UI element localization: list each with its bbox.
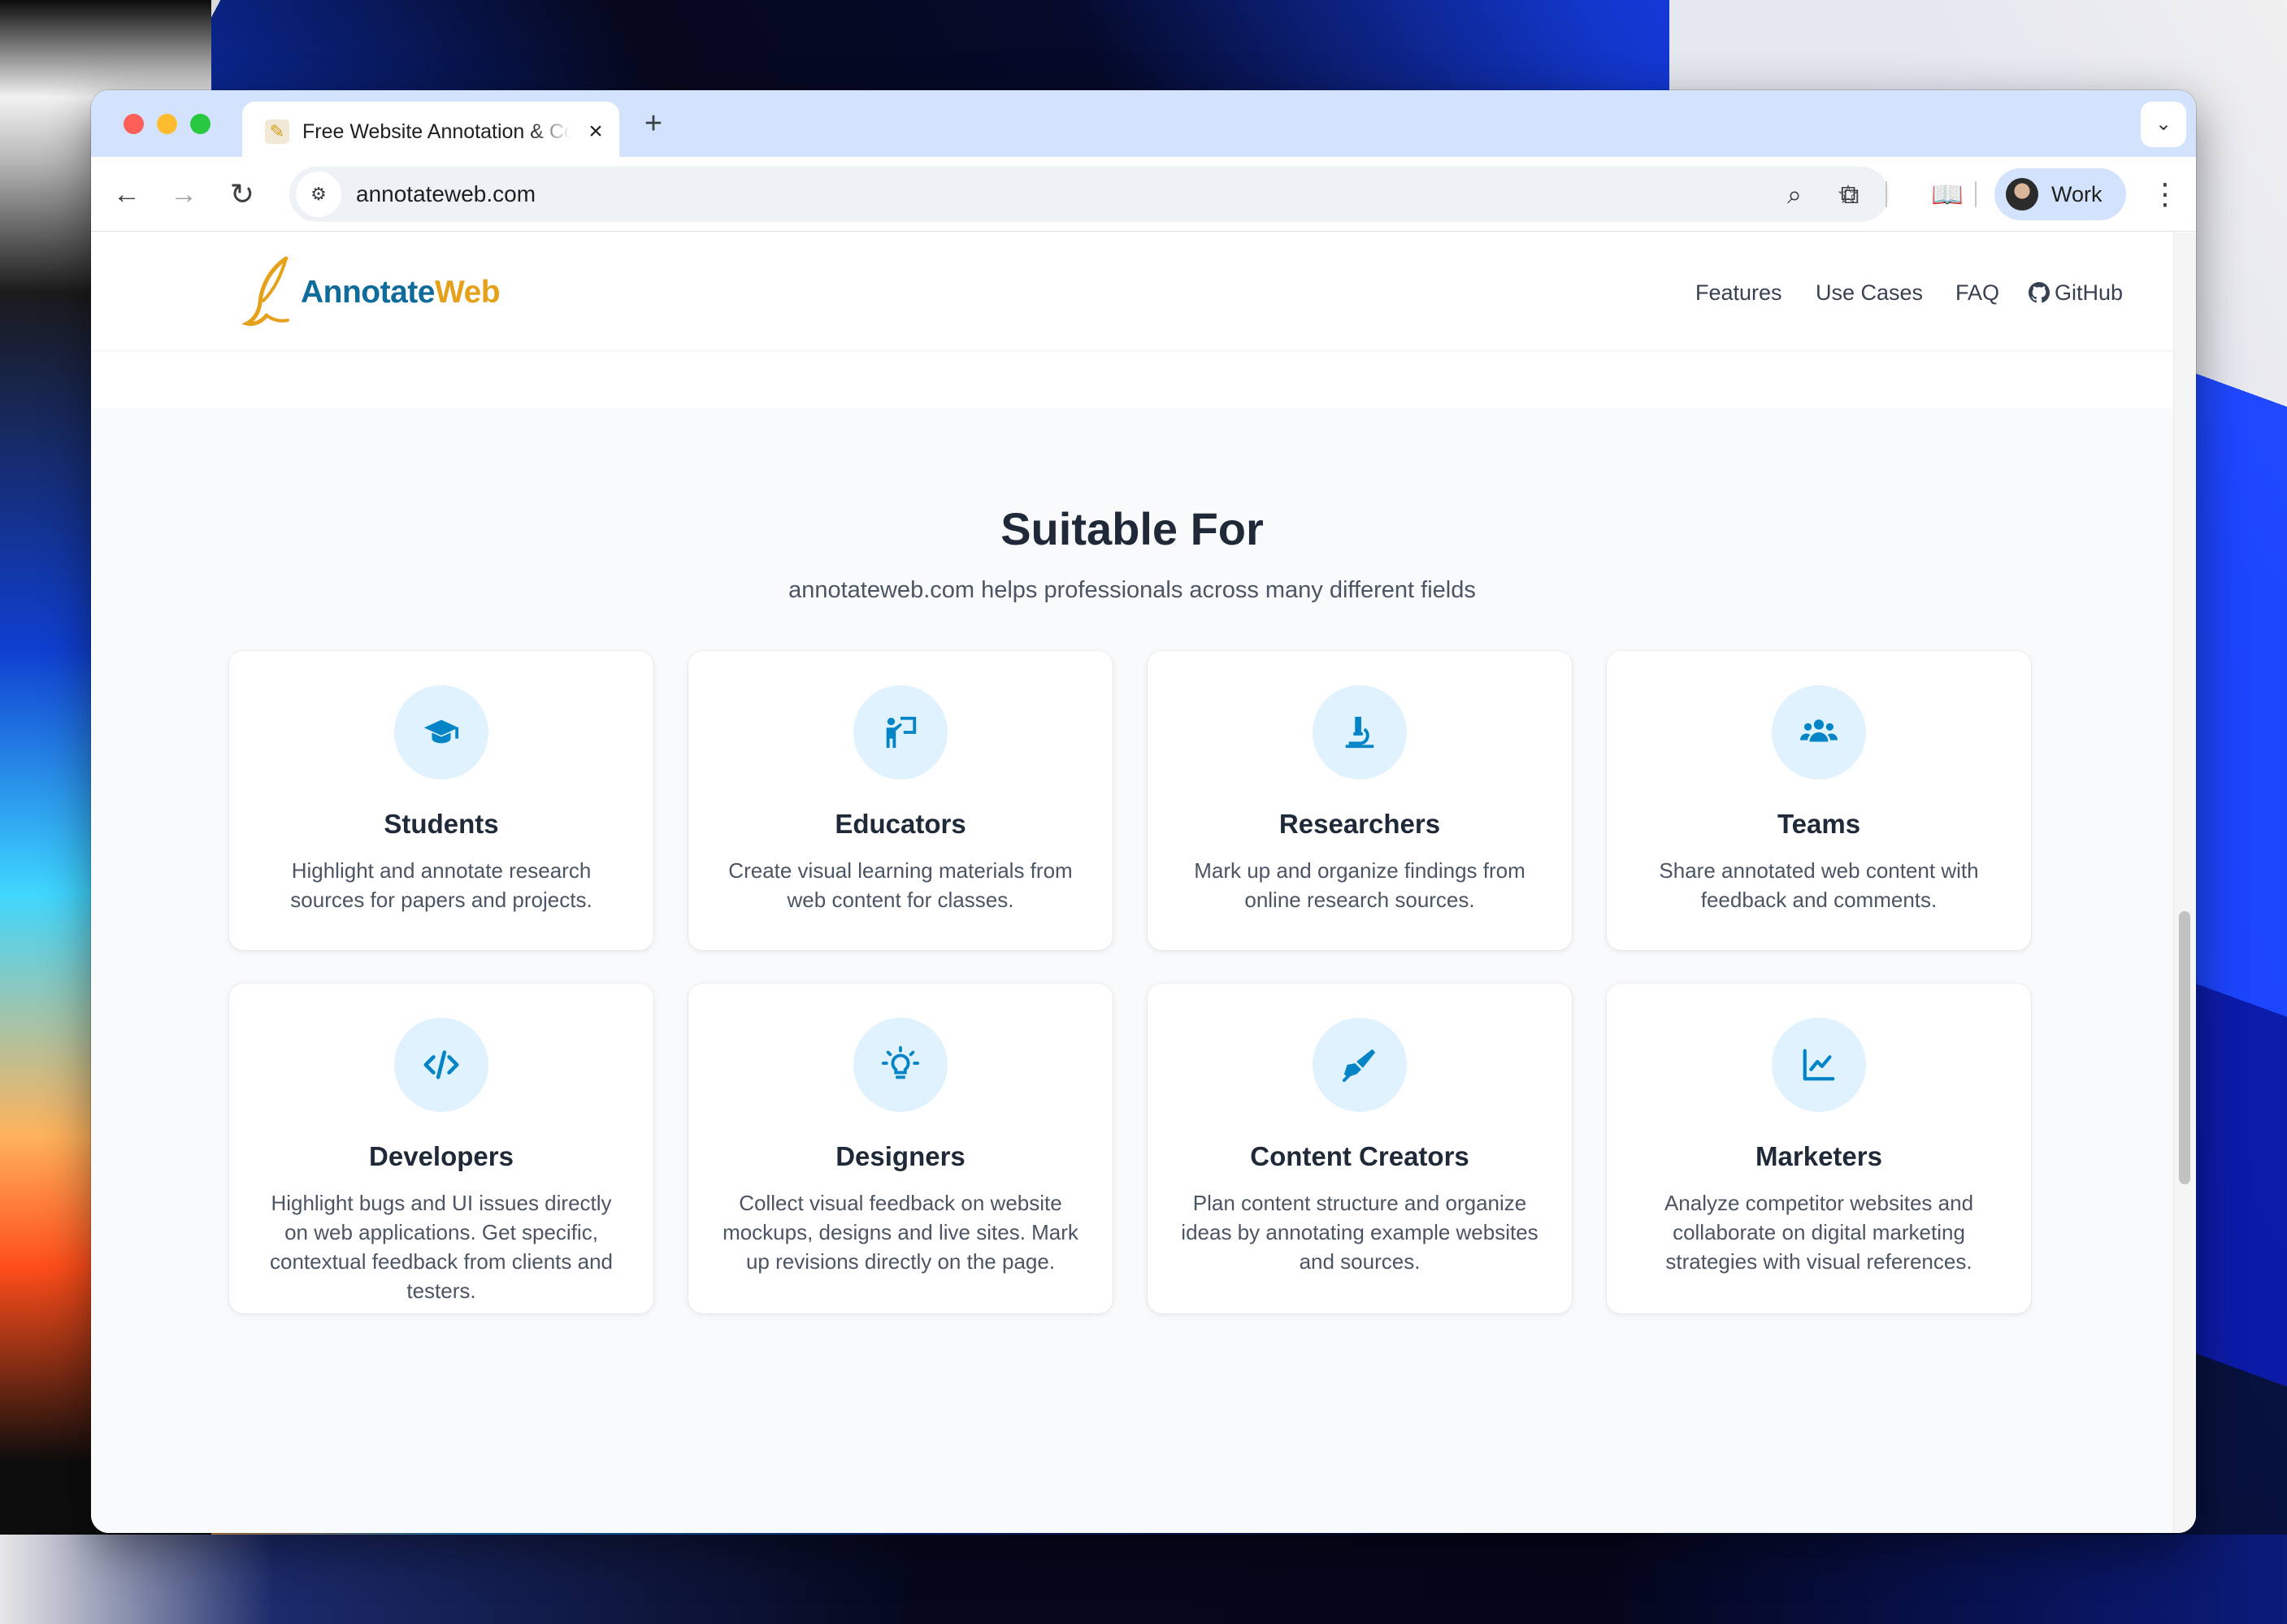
nav-link-features[interactable]: Features bbox=[1695, 276, 1782, 309]
teacher-board-icon bbox=[886, 716, 917, 749]
card-description: Collect visual feedback on website mocku… bbox=[723, 1191, 1078, 1274]
reload-button[interactable]: ↻ bbox=[223, 175, 262, 214]
reading-mode-icon[interactable]: 📖 bbox=[1928, 175, 1967, 214]
browser-toolbar: ← → ↻ ⚙ annotateweb.com ⌕ ☆ ⧉ 📖 Work ⋮ bbox=[91, 157, 2196, 232]
browser-menu-icon[interactable]: ⋮ bbox=[2149, 175, 2181, 214]
header-spacer bbox=[91, 352, 2173, 409]
card-description: Highlight bugs and UI issues directly on… bbox=[269, 1191, 614, 1303]
site-logo[interactable]: AnnotateWeb bbox=[301, 273, 501, 312]
users-icon bbox=[1800, 719, 1838, 742]
nav-link-use-cases[interactable]: Use Cases bbox=[1816, 276, 1923, 309]
card-icon-wrap bbox=[1313, 685, 1407, 779]
card-content-creators: Content Creators Plan content structure … bbox=[1148, 984, 1572, 1314]
logo-text-annotate: Annotate bbox=[301, 275, 436, 310]
nav-link-github[interactable]: GitHub bbox=[2029, 276, 2123, 309]
page-scrollbar[interactable] bbox=[2173, 232, 2196, 1533]
toolbar-divider bbox=[1975, 181, 1977, 207]
card-icon-wrap bbox=[853, 1018, 948, 1112]
nav-link-github-label: GitHub bbox=[2055, 280, 2124, 305]
pen-nib-icon bbox=[1342, 1049, 1376, 1083]
avatar bbox=[2006, 178, 2038, 211]
card-description: Mark up and organize findings from onlin… bbox=[1194, 858, 1525, 912]
close-window-button[interactable] bbox=[124, 114, 144, 134]
card-title: Teams bbox=[1777, 809, 1861, 839]
card-researchers: Researchers Mark up and organize finding… bbox=[1148, 651, 1572, 950]
logo-text-web: Web bbox=[435, 275, 501, 310]
quill-logo-icon[interactable] bbox=[242, 255, 294, 328]
site-header: AnnotateWeb Features Use Cases FAQ GitHu… bbox=[91, 232, 2173, 351]
card-students: Students Highlight and annotate research… bbox=[229, 651, 653, 950]
card-description: Highlight and annotate research sources … bbox=[290, 858, 592, 912]
tab-title: Free Website Annotation & Co bbox=[302, 120, 571, 143]
scrollbar-thumb[interactable] bbox=[2179, 911, 2190, 1184]
card-title: Developers bbox=[369, 1141, 514, 1171]
tab-search-button[interactable]: ⌄ bbox=[2141, 102, 2186, 147]
tab-bar: ✎ Free Website Annotation & Co × + ⌄ bbox=[91, 90, 2196, 157]
address-bar[interactable]: ⚙ annotateweb.com ⌕ ☆ bbox=[289, 167, 1889, 222]
card-title: Researchers bbox=[1278, 809, 1441, 839]
card-icon-wrap bbox=[394, 685, 488, 779]
zoom-icon[interactable]: ⌕ bbox=[1778, 178, 1811, 211]
card-title: Designers bbox=[835, 1141, 966, 1171]
card-teams: Teams Share annotated web content with f… bbox=[1607, 651, 2031, 950]
browser-window: ✎ Free Website Annotation & Co × + ⌄ ← →… bbox=[91, 90, 2196, 1533]
back-button[interactable]: ← bbox=[107, 175, 146, 214]
wallpaper-bottom-shape bbox=[0, 1535, 2287, 1624]
url-text[interactable]: annotateweb.com bbox=[356, 180, 536, 209]
nav-link-faq[interactable]: FAQ bbox=[1955, 276, 1999, 309]
card-title: Educators bbox=[835, 809, 966, 839]
site-settings-icon[interactable]: ⚙ bbox=[296, 172, 341, 217]
extensions-icon[interactable]: ⧉ bbox=[1830, 175, 1869, 214]
code-icon bbox=[423, 1050, 459, 1079]
card-description: Create visual learning materials from we… bbox=[728, 858, 1073, 912]
microscope-icon bbox=[1345, 716, 1374, 749]
favicon-icon: ✎ bbox=[265, 119, 289, 144]
card-educators: Educators Create visual learning materia… bbox=[688, 651, 1113, 950]
graduation-cap-icon bbox=[423, 719, 459, 744]
card-developers: Developers Highlight bugs and UI issues … bbox=[229, 984, 653, 1314]
card-title: Marketers bbox=[1755, 1141, 1882, 1171]
card-icon-wrap bbox=[1772, 685, 1866, 779]
card-icon-wrap bbox=[1772, 1018, 1866, 1112]
card-description: Plan content structure and organize idea… bbox=[1181, 1191, 1538, 1274]
profile-label: Work bbox=[2051, 182, 2103, 206]
maximize-window-button[interactable] bbox=[190, 114, 210, 134]
tab-active[interactable]: ✎ Free Website Annotation & Co × bbox=[242, 102, 619, 157]
new-tab-button[interactable]: + bbox=[637, 108, 670, 141]
lightbulb-icon bbox=[882, 1046, 919, 1079]
tab-close-icon[interactable]: × bbox=[582, 118, 610, 145]
toolbar-divider bbox=[1886, 181, 1887, 207]
card-title: Content Creators bbox=[1250, 1141, 1469, 1171]
card-icon-wrap bbox=[394, 1018, 488, 1112]
section-subtitle: annotateweb.com helps professionals acro… bbox=[788, 577, 1476, 603]
card-designers: Designers Collect visual feedback on web… bbox=[688, 984, 1113, 1314]
card-description: Analyze competitor websites and collabor… bbox=[1664, 1191, 1974, 1274]
card-icon-wrap bbox=[1313, 1018, 1407, 1112]
section-title: Suitable For bbox=[1000, 503, 1264, 554]
card-title: Students bbox=[384, 809, 499, 839]
minimize-window-button[interactable] bbox=[157, 114, 177, 134]
card-marketers: Marketers Analyze competitor websites an… bbox=[1607, 984, 2031, 1314]
chart-line-icon bbox=[1803, 1049, 1835, 1081]
card-icon-wrap bbox=[853, 685, 948, 779]
page-viewport: AnnotateWeb Features Use Cases FAQ GitHu… bbox=[91, 232, 2196, 1533]
profile-button[interactable]: Work bbox=[1994, 168, 2126, 220]
card-description: Share annotated web content with feedbac… bbox=[1659, 858, 1979, 912]
github-icon bbox=[2029, 282, 2050, 303]
forward-button[interactable]: → bbox=[164, 175, 203, 214]
